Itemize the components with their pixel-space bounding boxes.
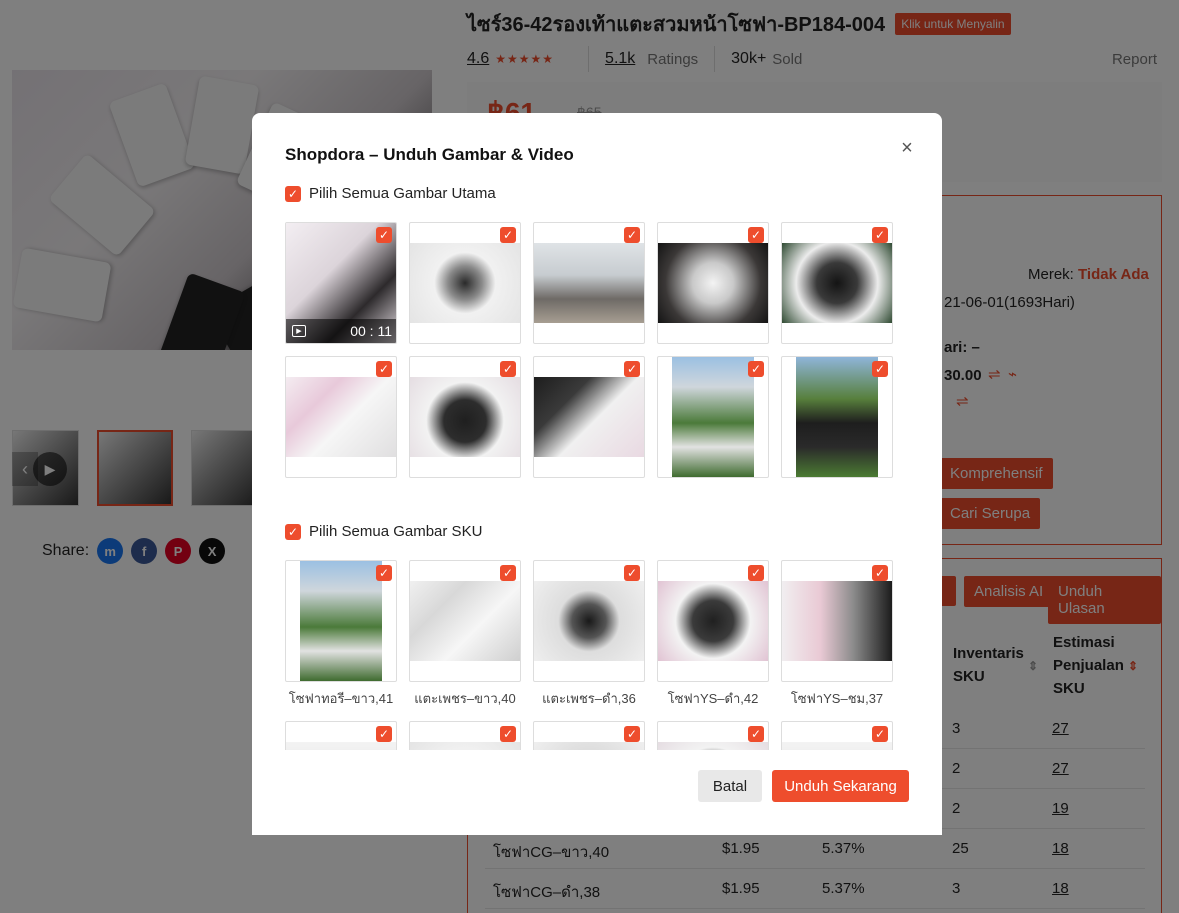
sku-item: ✓ [533,721,645,750]
sku-label: แตะเพชร–ขาว,40 [414,691,516,706]
select-all-main-images[interactable]: ✓ Pilih Semua Gambar Utama [285,185,496,202]
checkbox-checked-icon[interactable]: ✓ [872,565,888,581]
checkbox-checked-icon[interactable]: ✓ [285,185,301,202]
sku-image-tile[interactable]: ✓ [409,721,521,750]
modal-title: Shopdora – Unduh Gambar & Video [285,145,574,164]
main-image-tile[interactable]: ✓ [781,222,893,344]
checkbox-checked-icon[interactable]: ✓ [376,726,392,742]
download-now-button[interactable]: Unduh Sekarang [772,770,909,802]
product-image [534,243,644,323]
video-duration: 00 : 11 [350,323,392,339]
sku-item: ✓ โซฟาทอรี–ขาว,41 [285,560,397,709]
sku-label: โซฟาYS–ดำ,42 [667,691,759,706]
video-duration-bar: ▶ 00 : 11 [286,319,396,343]
sku-image-tile[interactable]: ✓ [657,560,769,682]
main-image-grid: ✓ ▶ 00 : 11 ✓ ✓ ✓ ✓ ✓ ✓ ✓ ✓ ✓ [285,222,893,478]
sku-label: โซฟาทอรี–ขาว,41 [288,691,394,706]
close-icon[interactable]: × [897,138,917,158]
checkbox-checked-icon[interactable]: ✓ [748,227,764,243]
sku-item: ✓ [657,721,769,750]
sku-item: ✓ [285,721,397,750]
main-image-tile[interactable]: ✓ [781,356,893,478]
main-image-tile[interactable]: ✓ [533,222,645,344]
checkbox-checked-icon[interactable]: ✓ [872,227,888,243]
product-image [796,357,878,477]
main-image-tile[interactable]: ✓ [533,356,645,478]
checkbox-checked-icon[interactable]: ✓ [748,361,764,377]
checkbox-checked-icon[interactable]: ✓ [500,565,516,581]
sku-item: ✓ โซฟาYS–ดำ,42 [657,560,769,709]
sku-image-tile[interactable]: ✓ [533,560,645,682]
product-image [410,243,520,323]
sku-item: ✓ แตะเพชร–ดำ,36 [533,560,645,709]
sku-item: ✓ [781,721,893,750]
checkbox-checked-icon[interactable]: ✓ [872,361,888,377]
product-image [782,243,892,323]
checkbox-checked-icon[interactable]: ✓ [624,565,640,581]
product-image [410,377,520,457]
sku-image [410,742,520,750]
sku-image [410,581,520,661]
main-video-tile[interactable]: ✓ ▶ 00 : 11 [285,222,397,344]
sku-image-tile[interactable]: ✓ [409,560,521,682]
select-all-sku-images[interactable]: ✓ Pilih Semua Gambar SKU [285,523,482,540]
checkbox-checked-icon[interactable]: ✓ [500,726,516,742]
sku-image [782,581,892,661]
checkbox-checked-icon[interactable]: ✓ [500,227,516,243]
checkbox-checked-icon[interactable]: ✓ [624,227,640,243]
checkbox-checked-icon[interactable]: ✓ [376,565,392,581]
sku-image [300,561,382,681]
sku-image [286,742,396,750]
sku-image-tile[interactable]: ✓ [285,560,397,682]
sku-image-tile[interactable]: ✓ [533,721,645,750]
main-image-tile[interactable]: ✓ [657,356,769,478]
sku-label: โซฟาYS–ชม,37 [790,691,884,706]
video-icon: ▶ [292,325,306,337]
main-image-tile[interactable]: ✓ [285,356,397,478]
product-image [534,377,644,457]
download-modal: Shopdora – Unduh Gambar & Video × ✓ Pili… [252,113,942,835]
checkbox-checked-icon[interactable]: ✓ [748,726,764,742]
select-all-main-label: Pilih Semua Gambar Utama [309,185,496,202]
modal-footer: Batal Unduh Sekarang [252,750,942,835]
checkbox-checked-icon[interactable]: ✓ [285,523,301,540]
checkbox-checked-icon[interactable]: ✓ [376,227,392,243]
checkbox-checked-icon[interactable]: ✓ [872,726,888,742]
sku-item: ✓ แตะเพชร–ขาว,40 [409,560,521,709]
sku-image [534,742,644,750]
sku-image-grid: ✓ โซฟาทอรี–ขาว,41 ✓ แตะเพชร–ขาว,40 ✓ แตะ… [285,560,893,750]
checkbox-checked-icon[interactable]: ✓ [624,361,640,377]
main-image-tile[interactable]: ✓ [409,222,521,344]
sku-image [658,581,768,661]
sku-label: แตะเพชร–ดำ,36 [542,691,636,706]
modal-scroll-area[interactable]: Shopdora – Unduh Gambar & Video × ✓ Pili… [252,113,942,750]
sku-item: ✓ โซฟาYS–ชม,37 [781,560,893,709]
main-image-tile[interactable]: ✓ [409,356,521,478]
sku-image-tile[interactable]: ✓ [657,721,769,750]
sku-image [658,742,768,750]
sku-image [534,581,644,661]
sku-image-tile[interactable]: ✓ [781,721,893,750]
product-image [658,243,768,323]
sku-image-tile[interactable]: ✓ [781,560,893,682]
main-image-tile[interactable]: ✓ [657,222,769,344]
select-all-sku-label: Pilih Semua Gambar SKU [309,523,483,540]
sku-item: ✓ [409,721,521,750]
cancel-button[interactable]: Batal [698,770,762,802]
checkbox-checked-icon[interactable]: ✓ [624,726,640,742]
sku-image [782,742,892,750]
checkbox-checked-icon[interactable]: ✓ [376,361,392,377]
checkbox-checked-icon[interactable]: ✓ [500,361,516,377]
product-image [286,377,396,457]
sku-image-tile[interactable]: ✓ [285,721,397,750]
product-image [672,357,754,477]
checkbox-checked-icon[interactable]: ✓ [748,565,764,581]
